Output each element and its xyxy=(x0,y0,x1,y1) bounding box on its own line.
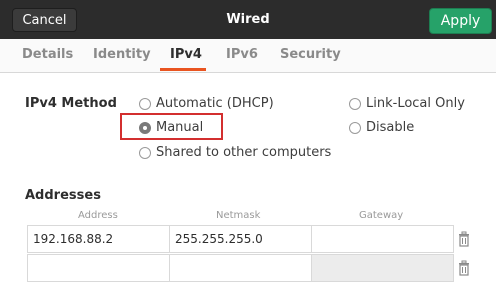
radio-button-icon[interactable] xyxy=(349,97,361,110)
tab-bar: Details Identity IPv4 IPv6 Security xyxy=(0,39,496,73)
tab-security[interactable]: Security xyxy=(280,47,341,62)
tab-ipv4[interactable]: IPv4 xyxy=(170,47,202,62)
radio-button-icon[interactable] xyxy=(349,121,361,134)
tab-identity[interactable]: Identity xyxy=(93,47,151,62)
radio-button-icon[interactable] xyxy=(139,97,151,110)
tab-details[interactable]: Details xyxy=(22,47,73,62)
radio-button-selected-icon[interactable] xyxy=(139,121,151,134)
address-input[interactable]: 192.168.88.2 xyxy=(27,225,170,253)
netmask-input[interactable]: 255.255.255.0 xyxy=(169,225,312,253)
radio-label: Disable xyxy=(366,120,415,135)
radio-manual[interactable]: Manual xyxy=(139,120,203,135)
tab-ipv6[interactable]: IPv6 xyxy=(226,47,258,62)
cancel-button[interactable]: Cancel xyxy=(12,8,77,32)
radio-label: Manual xyxy=(156,120,204,135)
active-tab-indicator xyxy=(160,68,206,71)
radio-shared[interactable]: Shared to other computers xyxy=(139,145,331,160)
radio-disable[interactable]: Disable xyxy=(349,120,414,135)
radio-label: Automatic (DHCP) xyxy=(156,96,274,111)
radio-link-local-only[interactable]: Link-Local Only xyxy=(349,96,465,111)
radio-label: Link-Local Only xyxy=(366,96,465,111)
column-header-address: Address xyxy=(78,210,118,221)
radio-button-icon[interactable] xyxy=(139,146,151,159)
radio-label: Shared to other computers xyxy=(156,145,332,160)
column-header-gateway: Gateway xyxy=(359,210,404,221)
ipv4-method-label: IPv4 Method xyxy=(25,96,117,111)
radio-automatic-dhcp[interactable]: Automatic (DHCP) xyxy=(139,96,274,111)
gateway-input xyxy=(311,254,454,282)
trash-icon[interactable] xyxy=(457,260,471,276)
netmask-input[interactable] xyxy=(169,254,312,282)
gateway-input[interactable] xyxy=(311,225,454,253)
apply-button[interactable]: Apply xyxy=(429,8,492,34)
header-bar: Wired Cancel Apply xyxy=(0,0,496,39)
address-input[interactable] xyxy=(27,254,170,282)
addresses-label: Addresses xyxy=(25,188,101,203)
column-header-netmask: Netmask xyxy=(216,210,261,221)
trash-icon[interactable] xyxy=(457,231,471,247)
